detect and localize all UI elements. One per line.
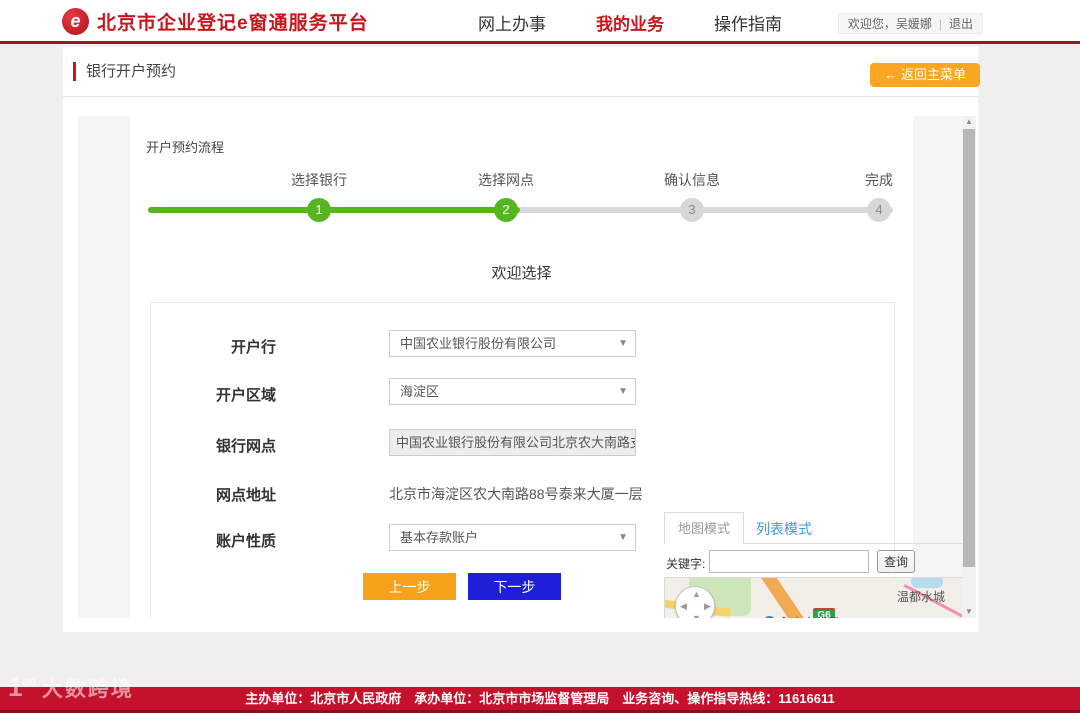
nav-item-operation-guide[interactable]: 操作指南 <box>714 10 782 35</box>
brand: e 北京市企业登记e窗通服务平台 <box>62 8 369 35</box>
step-label-4: 完成 <box>819 170 939 190</box>
step-circle-4: 4 <box>867 198 891 222</box>
bank-select[interactable]: 中国农业银行股份有限公司 ▼ <box>389 330 636 357</box>
scroll-up-icon[interactable]: ▲ <box>962 116 976 128</box>
chevron-down-icon: ▼ <box>618 525 628 550</box>
step-label-3: 确认信息 <box>632 170 752 190</box>
branch-label: 银行网点 <box>166 435 276 456</box>
divider: | <box>939 17 942 31</box>
step-label-2: 选择网点 <box>446 170 566 190</box>
main-panel: 银行开户预约 ← 返回主菜单 开户预约流程 选择银行 选择网点 确认信息 完成 … <box>63 47 978 632</box>
form-box: 开户行 中国农业银行股份有限公司 ▼ 开户区域 海淀区 ▼ 银行网点 中国农业银… <box>150 302 895 618</box>
tab-map-mode[interactable]: 地图模式 <box>664 512 744 544</box>
search-button[interactable]: 查询 <box>877 550 915 573</box>
address-label: 网点地址 <box>166 484 276 505</box>
step-label-1: 选择银行 <box>259 170 379 190</box>
bank-label: 开户行 <box>166 336 276 357</box>
region-label: 开户区域 <box>166 384 276 405</box>
scrollbar-thumb[interactable] <box>963 129 975 567</box>
step-circle-3: 3 <box>680 198 704 222</box>
nav-item-online-services[interactable]: 网上办事 <box>478 10 546 35</box>
main-nav: 网上办事 我的业务 操作指南 <box>478 0 782 44</box>
tab-list-mode[interactable]: 列表模式 <box>756 519 812 539</box>
title-bar: 银行开户预约 ← 返回主菜单 <box>63 47 978 97</box>
map-pan-control[interactable]: ▲ ▼ ◀ ▶ <box>675 586 715 618</box>
map-canvas[interactable]: 温都水城 G6 ▦ 永丰产业园 后厂村站 北五环 S11 西北旺 <box>664 577 976 618</box>
screen: e 北京市企业登记e窗通服务平台 网上办事 我的业务 操作指南 欢迎您，吴媛娜 … <box>0 0 1080 713</box>
region-select[interactable]: 海淀区 ▼ <box>389 378 636 405</box>
account-type-select[interactable]: 基本存款账户 ▼ <box>389 524 636 551</box>
step-circle-2: 2 <box>494 198 518 222</box>
page-title: 银行开户预约 <box>73 62 176 81</box>
welcome-user-text: 欢迎您，吴媛娜 <box>848 15 932 32</box>
welcome-text: 欢迎选择 <box>130 262 913 283</box>
prev-step-button[interactable]: 上一步 <box>363 573 456 600</box>
vertical-scrollbar[interactable]: ▲ ▼ <box>962 116 976 618</box>
map-label-wenduswater: 温都水城 <box>897 588 945 605</box>
scroll-down-icon[interactable]: ▼ <box>962 606 976 618</box>
building-icon: ▦ <box>763 616 776 618</box>
content-scroll-area: 开户预约流程 选择银行 选择网点 确认信息 完成 1 2 3 4 欢迎选择 开户… <box>78 116 976 618</box>
keyword-input[interactable] <box>709 550 869 573</box>
branch-field: 中国农业银行股份有限公司北京农大南路支行 <box>389 429 636 456</box>
logout-link[interactable]: 退出 <box>949 15 973 32</box>
brand-logo-icon: e <box>62 8 89 35</box>
user-box: 欢迎您，吴媛娜 | 退出 <box>838 13 983 34</box>
app-header: e 北京市企业登记e窗通服务平台 网上办事 我的业务 操作指南 欢迎您，吴媛娜 … <box>0 0 1080 44</box>
address-value: 北京市海淀区农大南路88号泰来大厦一层 <box>389 484 643 504</box>
nav-item-my-business[interactable]: 我的业务 <box>596 10 664 35</box>
brand-title: 北京市企业登记e窗通服务平台 <box>97 8 369 35</box>
map-poi-yongfeng: ▦ 永丰产业园 <box>763 614 839 618</box>
step-circle-1: 1 <box>307 198 331 222</box>
stepper-progress <box>148 207 520 213</box>
chevron-down-icon: ▼ <box>618 379 628 404</box>
map-panel: 地图模式 列表模式 关键字: 查询 <box>664 489 976 618</box>
footer-bar: 主办单位：北京市人民政府 承办单位：北京市市场监督管理局 业务咨询、操作指导热线… <box>0 687 1080 710</box>
map-water-area <box>911 577 943 588</box>
account-type-label: 账户性质 <box>166 530 276 551</box>
content-card: 开户预约流程 选择银行 选择网点 确认信息 完成 1 2 3 4 欢迎选择 开户… <box>130 116 913 618</box>
chevron-down-icon: ▼ <box>618 331 628 356</box>
footer-info: 主办单位：北京市人民政府 承办单位：北京市市场监督管理局 业务咨询、操作指导热线… <box>0 687 1080 710</box>
next-step-button[interactable]: 下一步 <box>468 573 561 600</box>
flow-title: 开户预约流程 <box>146 137 224 156</box>
keyword-label: 关键字: <box>666 555 705 572</box>
back-to-main-menu-button[interactable]: ← 返回主菜单 <box>870 63 980 87</box>
